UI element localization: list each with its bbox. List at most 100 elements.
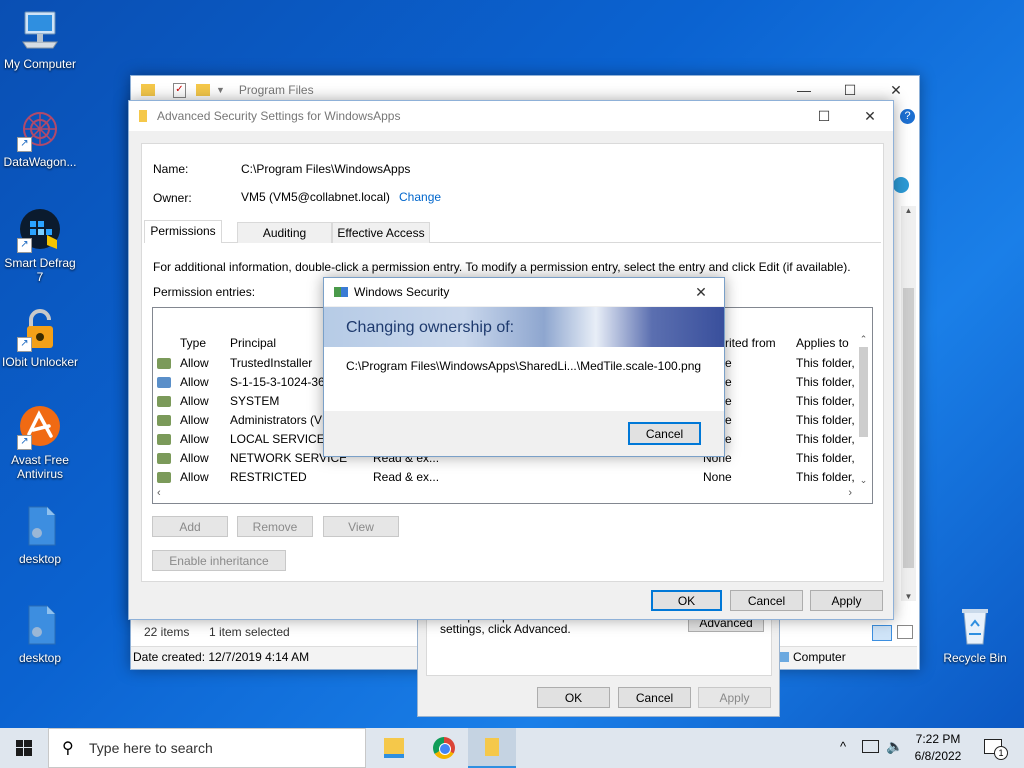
desktop-icon-datawagon[interactable]: ↗ DataWagon... bbox=[0, 106, 80, 169]
shortcut-arrow-icon: ↗ bbox=[17, 238, 32, 253]
close-button[interactable]: ✕ bbox=[847, 101, 893, 131]
column-inherited-from[interactable]: rited from bbox=[725, 334, 776, 353]
user-group-icon bbox=[157, 472, 171, 483]
entry-inherited-from: e bbox=[725, 432, 732, 446]
properties-apply-button[interactable]: Apply bbox=[698, 687, 771, 708]
tab-auditing[interactable]: Auditing bbox=[237, 222, 332, 243]
entry-type: Allow bbox=[180, 470, 209, 484]
item-count: 22 items bbox=[144, 625, 190, 639]
view-button[interactable]: View bbox=[323, 516, 399, 537]
file-icon bbox=[17, 602, 63, 648]
desktop-icon-label: IObit Unlocker bbox=[1, 355, 79, 369]
scroll-up-arrow[interactable]: ▲ bbox=[901, 206, 916, 218]
advanced-apply-button[interactable]: Apply bbox=[810, 590, 883, 611]
notification-badge: 1 bbox=[994, 746, 1008, 760]
properties-icon[interactable]: ✓ bbox=[173, 82, 186, 98]
scroll-down-arrow[interactable]: ▼ bbox=[901, 592, 916, 601]
tab-strip: Permissions Auditing Effective Access bbox=[144, 220, 881, 243]
file-explorer-taskbar-icon[interactable] bbox=[370, 728, 418, 768]
name-label: Name: bbox=[153, 162, 189, 176]
explorer-window-taskbar-icon[interactable] bbox=[468, 728, 516, 768]
search-placeholder: Type here to search bbox=[89, 740, 213, 756]
owner-value: VM5 (VM5@collabnet.local) bbox=[241, 190, 390, 204]
remove-button[interactable]: Remove bbox=[237, 516, 313, 537]
windows-security-dialog: Windows Security ✕ Changing ownership of… bbox=[323, 277, 725, 457]
desktop-icon-recycle-bin[interactable]: Recycle Bin bbox=[935, 602, 1015, 665]
network-icon[interactable] bbox=[862, 740, 879, 753]
permissions-info-text: For additional information, double-click… bbox=[153, 260, 851, 274]
user-group-icon bbox=[157, 377, 171, 388]
start-button[interactable] bbox=[0, 728, 48, 768]
desktop-icon-avast[interactable]: ↗ Avast Free Antivirus bbox=[0, 404, 80, 481]
entry-applies-to: This folder, bbox=[796, 375, 855, 389]
security-cancel-button[interactable]: Cancel bbox=[628, 422, 701, 445]
scroll-thumb[interactable] bbox=[859, 347, 868, 437]
large-icons-view-icon[interactable] bbox=[897, 625, 913, 639]
details-view-icon[interactable] bbox=[872, 625, 892, 641]
change-owner-link[interactable]: Change bbox=[399, 190, 441, 204]
entry-applies-to: This folder, bbox=[796, 470, 855, 484]
desktop-icon-desktop-2[interactable]: desktop bbox=[0, 602, 80, 665]
quick-access-dropdown-icon[interactable]: ▼ bbox=[216, 85, 225, 95]
user-group-icon bbox=[157, 396, 171, 407]
smart-defrag-icon: ↗ bbox=[17, 207, 63, 253]
entry-inherited-from: e bbox=[725, 375, 732, 389]
list-horizontal-scrollbar[interactable]: ‹ › bbox=[153, 486, 856, 502]
vertical-scrollbar[interactable]: ▲ ▼ bbox=[901, 206, 916, 601]
maximize-button[interactable]: ☐ bbox=[801, 101, 847, 131]
scroll-right-arrow[interactable]: › bbox=[848, 487, 852, 499]
entry-principal: RESTRICTED bbox=[230, 470, 307, 484]
tab-effective-access[interactable]: Effective Access bbox=[332, 222, 430, 243]
scroll-thumb[interactable] bbox=[903, 288, 914, 568]
desktop-icon-smart-defrag[interactable]: ↗ Smart Defrag 7 bbox=[0, 207, 80, 284]
desktop-icon-label: desktop bbox=[18, 651, 62, 665]
scroll-up-arrow[interactable]: ⌃ bbox=[856, 334, 871, 345]
entry-principal: Administrators (VM bbox=[230, 413, 333, 427]
advanced-cancel-button[interactable]: Cancel bbox=[730, 590, 803, 611]
user-group-icon bbox=[157, 453, 171, 464]
close-button[interactable]: ✕ bbox=[678, 278, 724, 306]
entry-principal: SYSTEM bbox=[230, 394, 280, 408]
properties-cancel-button[interactable]: Cancel bbox=[618, 687, 691, 708]
folder-icon bbox=[139, 110, 147, 122]
volume-icon[interactable]: 🔈 bbox=[886, 738, 903, 755]
permission-row[interactable]: Allow RESTRICTED Read & ex... None This fold… bbox=[153, 468, 872, 487]
taskbar-search-box[interactable]: ⚲ Type here to search bbox=[48, 728, 366, 768]
notification-center-icon[interactable]: 1 bbox=[984, 739, 1008, 760]
column-type[interactable]: Type bbox=[180, 334, 206, 353]
chevron-up-icon[interactable]: ^ bbox=[840, 739, 846, 754]
security-titlebar: Windows Security ✕ bbox=[324, 278, 724, 306]
desktop-icon-iobit-unlocker[interactable]: ↗ IObit Unlocker bbox=[0, 306, 80, 369]
recycle-bin-icon bbox=[952, 602, 998, 648]
security-banner: Changing ownership of: bbox=[324, 307, 724, 347]
list-vertical-scrollbar[interactable]: ⌃ ⌄ bbox=[856, 334, 871, 486]
scroll-left-arrow[interactable]: ‹ bbox=[157, 487, 161, 499]
desktop-icon-label: Avast Free Antivirus bbox=[11, 453, 69, 481]
properties-window: For special permissions or advanced sett… bbox=[417, 604, 780, 717]
user-group-icon bbox=[157, 415, 171, 426]
column-principal[interactable]: Principal bbox=[230, 334, 276, 353]
scroll-down-arrow[interactable]: ⌄ bbox=[856, 475, 871, 486]
iobit-unlocker-icon: ↗ bbox=[17, 306, 63, 352]
security-body: C:\Program Files\WindowsApps\SharedLi...… bbox=[324, 347, 724, 411]
column-applies-to[interactable]: Applies to bbox=[796, 334, 849, 353]
clock[interactable]: 7:22 PM 6/8/2022 bbox=[905, 731, 971, 765]
enable-inheritance-button[interactable]: Enable inheritance bbox=[152, 550, 286, 571]
properties-ok-button[interactable]: OK bbox=[537, 687, 610, 708]
desktop-icon-my-computer[interactable]: My Computer bbox=[0, 8, 80, 71]
entry-applies-to: This folder, bbox=[796, 413, 855, 427]
help-icon[interactable]: ? bbox=[900, 109, 915, 124]
entry-principal: S-1-15-3-1024-363 bbox=[230, 375, 332, 389]
tab-permissions[interactable]: Permissions bbox=[144, 220, 222, 243]
permission-entries-label: Permission entries: bbox=[153, 285, 256, 299]
chrome-taskbar-icon[interactable] bbox=[420, 728, 468, 768]
entry-principal: TrustedInstaller bbox=[230, 356, 313, 370]
user-group-icon bbox=[157, 434, 171, 445]
entry-inherited-from: e bbox=[725, 394, 732, 408]
new-folder-icon[interactable] bbox=[196, 84, 210, 96]
desktop-icon-desktop-1[interactable]: desktop bbox=[0, 503, 80, 566]
add-button[interactable]: Add bbox=[152, 516, 228, 537]
entry-inherited-from: e bbox=[725, 356, 732, 370]
advanced-ok-button[interactable]: OK bbox=[651, 590, 722, 611]
clock-date: 6/8/2022 bbox=[914, 749, 962, 763]
